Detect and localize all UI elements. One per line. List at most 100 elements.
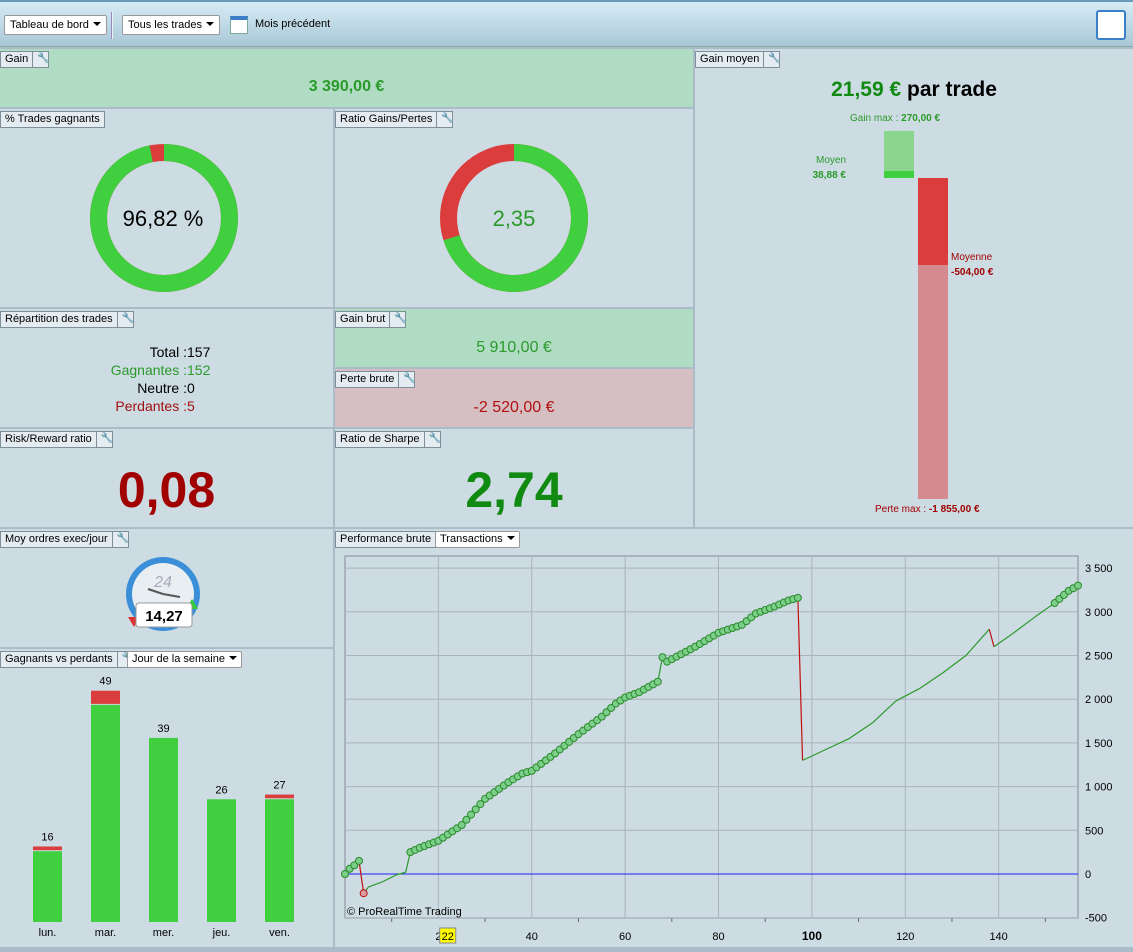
performance-panel: Performance brute Transactions 2 40 60 80 10… <box>335 529 1133 947</box>
win-donut: 96,82 % <box>90 144 238 292</box>
trade-marker <box>793 593 802 602</box>
y-tick-label: 0 <box>1085 869 1091 881</box>
win-bar <box>265 799 294 922</box>
wrench-icon[interactable]: 🔧 <box>436 112 454 127</box>
panel-title: Gain 🔧 <box>0 51 50 68</box>
row-label: Total : <box>149 344 187 360</box>
title-label: % Trades gagnants <box>5 113 100 125</box>
weekday-dropdown[interactable]: Jour de la semaine <box>127 651 242 668</box>
row-value: 157 <box>187 344 211 360</box>
panel-title: Répartition des trades 🔧 <box>0 311 134 328</box>
panel-title: Performance brute <box>335 531 437 548</box>
row-label: Neutre : <box>137 380 187 396</box>
sharpe-value: 2,74 <box>465 462 563 518</box>
ratio-panel: Ratio Gains/Pertes 🔧 2,35 <box>335 109 693 307</box>
report-icon[interactable] <box>1096 10 1126 40</box>
win-pct-value: 96,82 % <box>123 206 204 231</box>
repartition-row: Gagnantes : 152 <box>0 361 333 379</box>
loss-bar <box>91 690 120 704</box>
dashboard-dropdown[interactable]: Tableau de bord <box>4 15 107 35</box>
equity-segment <box>382 874 397 883</box>
panel-title: Gain brut 🔧 <box>335 311 407 328</box>
win-bar <box>33 851 62 922</box>
wrench-icon[interactable]: 🔧 <box>111 532 129 547</box>
title-label: Répartition des trades <box>5 313 113 325</box>
panel-title: Gain moyen 🔧 <box>695 51 781 68</box>
avg-loss-bar <box>918 178 948 266</box>
loss-bar <box>33 846 62 851</box>
orders-value: 14,27 <box>145 608 183 625</box>
y-tick-label: 3 000 <box>1085 607 1113 619</box>
wrench-icon[interactable]: 🔧 <box>116 312 134 327</box>
equity-segment <box>368 881 383 888</box>
winners-losers-panel: Gagnants vs perdants🔧 Jour de la semaine… <box>0 649 333 947</box>
title-label: Perte brute <box>340 373 395 385</box>
equity-segment <box>848 722 873 740</box>
x-highlight-label: 22 <box>442 931 454 943</box>
equity-segment <box>965 628 990 656</box>
y-tick-label: 3 500 <box>1085 563 1113 575</box>
equity-segment <box>872 700 897 724</box>
perte-brute-value: -2 520,00 € <box>473 399 555 416</box>
title-label: Risk/Reward ratio <box>5 433 92 445</box>
trade-marker <box>1074 581 1082 590</box>
calendar-icon[interactable] <box>230 16 248 34</box>
wrench-icon[interactable]: 🔧 <box>95 432 113 447</box>
bar-total-label: 16 <box>41 831 53 843</box>
x-tick-label: 60 <box>619 931 631 943</box>
gain-value: 3 390,00 € <box>308 78 385 95</box>
repartition-row: Total : 157 <box>0 343 333 361</box>
line-chart: 2 40 60 80 100 120 1403 5003 0002 5002 0001 50… <box>341 555 1113 944</box>
moyen-label: Moyen 38,88 € <box>812 155 846 181</box>
svg-text:24: 24 <box>153 574 172 591</box>
repartition-row: Neutre : 0 <box>0 379 333 397</box>
plot-frame <box>344 555 1079 919</box>
row-label: Gagnantes : <box>110 362 187 378</box>
avg-gain-suffix: par trade <box>901 78 997 101</box>
gain-brut-value: 5 910,00 € <box>476 339 552 356</box>
x-tick-label: 80 <box>712 931 724 943</box>
wrench-icon[interactable]: 🔧 <box>389 312 407 327</box>
perte-max-label: Perte max : -1 855,00 € <box>875 504 980 515</box>
sharpe-panel: Ratio de Sharpe 🔧 2,74 <box>335 429 693 527</box>
x-tick-label: 100 <box>802 929 822 943</box>
panel-title: % Trades gagnants <box>0 111 105 128</box>
equity-segment <box>988 629 995 647</box>
win-bar <box>149 737 178 922</box>
wrench-icon[interactable]: 🔧 <box>763 52 781 67</box>
equity-segment <box>1012 615 1037 635</box>
repartition-panel: Répartition des trades 🔧 Total : 157 Gagna… <box>0 309 333 427</box>
gain-moyen-panel: Gain moyen 🔧 21,59 € par trade Gain max :… <box>695 49 1133 527</box>
transactions-dropdown[interactable]: Transactions <box>435 531 520 548</box>
gain-max-label: Gain max : 270,00 € <box>850 113 941 124</box>
loss-bar <box>265 794 294 799</box>
y-tick-label: 2 500 <box>1085 651 1113 663</box>
wrench-icon[interactable]: 🔧 <box>32 52 50 67</box>
bar-total-label: 27 <box>273 780 285 792</box>
avg-gain-bar <box>884 171 914 178</box>
equity-segment <box>942 655 967 674</box>
title-label: Gain brut <box>340 313 386 325</box>
equity-segment <box>797 597 804 761</box>
title-label: Ratio de Sharpe <box>340 433 420 445</box>
equity-segment <box>358 860 365 894</box>
equity-segment <box>820 737 850 753</box>
title-label: Ratio Gains/Pertes <box>340 113 433 125</box>
win-bar <box>91 704 120 922</box>
watermark: © ProRealTime Trading <box>347 906 462 918</box>
y-tick-label: -500 <box>1085 913 1107 925</box>
category-label: mer. <box>153 927 174 939</box>
win-bar <box>207 799 236 922</box>
orders-panel: Moy ordres exec/jour 🔧 24 14,27 <box>0 529 333 647</box>
wrench-icon[interactable]: 🔧 <box>398 372 416 387</box>
rr-value: 0,08 <box>117 462 216 518</box>
avg-gain-headline: 21,59 € par trade <box>695 78 1133 102</box>
period-button[interactable]: Mois précédent <box>255 18 330 30</box>
wrench-icon[interactable]: 🔧 <box>423 432 441 447</box>
panel-title: Gagnants vs perdants🔧 <box>0 651 134 668</box>
trades-filter-dropdown[interactable]: Tous les trades <box>122 15 220 35</box>
avg-gain-value: 21,59 € <box>831 78 902 101</box>
gain-panel: Gain 🔧 3 390,00 € <box>0 49 693 107</box>
y-tick-label: 2 000 <box>1085 694 1113 706</box>
toolbar: Tableau de bord Tous les trades Mois pré… <box>0 0 1133 47</box>
